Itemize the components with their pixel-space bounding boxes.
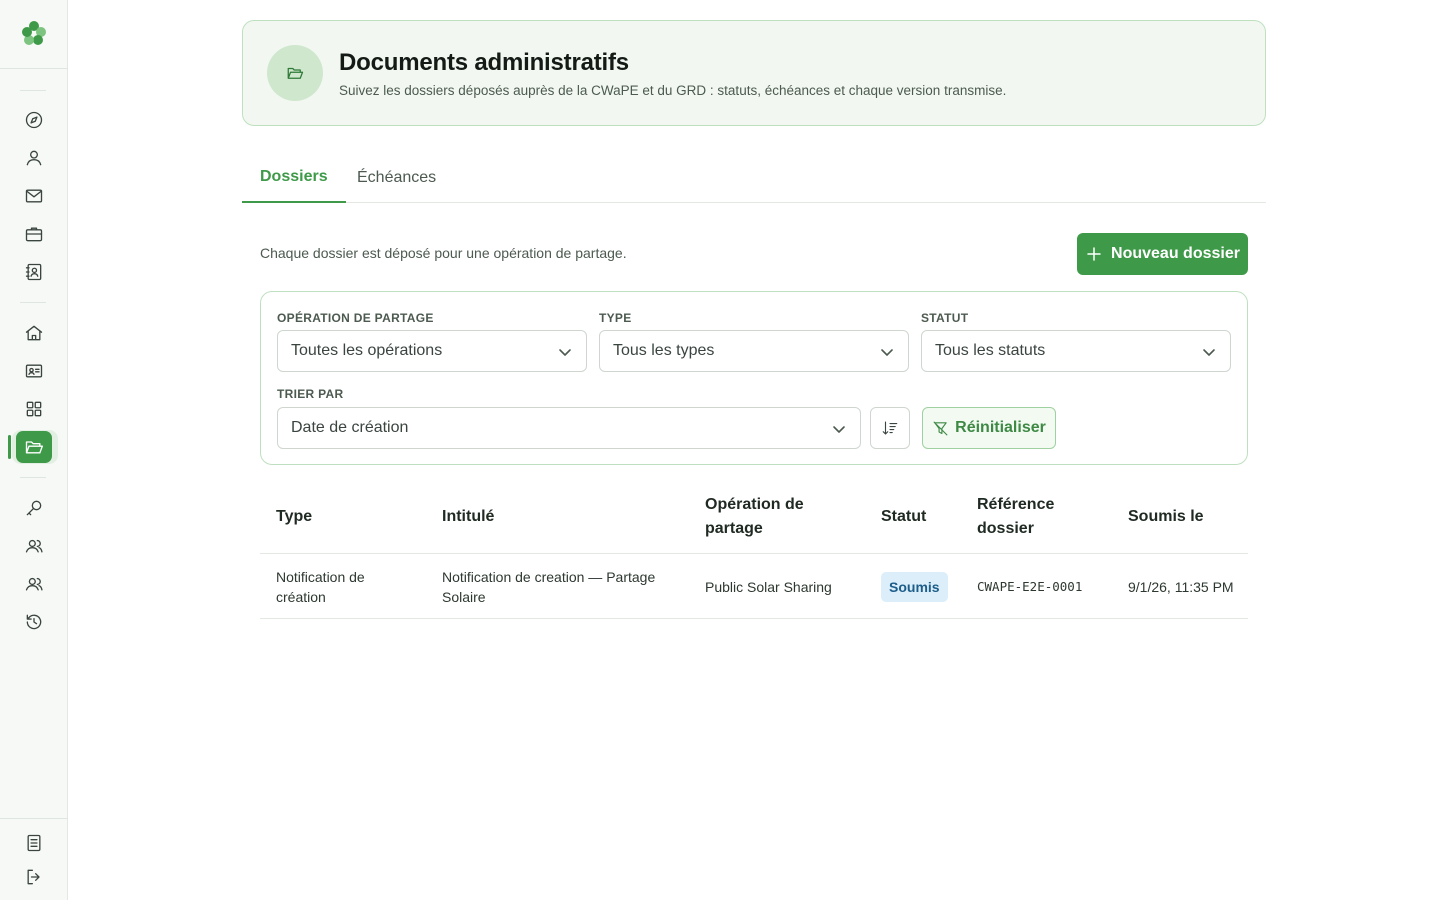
status-badge: Soumis <box>881 571 948 602</box>
sidebar-item-messages[interactable] <box>16 180 52 212</box>
sidebar-item-documents[interactable] <box>16 431 52 463</box>
document-icon <box>27 834 41 852</box>
home-icon <box>25 325 43 341</box>
reset-filters-button[interactable]: Réinitialiser <box>922 407 1056 449</box>
chevron-down-icon <box>832 422 846 436</box>
intro-text: Chaque dossier est déposé pour une opéra… <box>260 245 627 261</box>
sort-select-value: Date de création <box>291 419 409 436</box>
cell-type: Notification de création <box>276 568 365 605</box>
page-title: Documents administratifs <box>339 49 629 76</box>
filter-off-icon <box>933 421 948 435</box>
type-select[interactable]: Tous les types <box>599 330 909 372</box>
sidebar-item-team[interactable] <box>16 568 52 600</box>
col-status[interactable]: Statut <box>881 493 961 541</box>
tab-dossiers[interactable]: Dossiers <box>242 152 346 203</box>
table-header: Type Intitulé Opération de partage Statu… <box>260 481 1248 554</box>
team-icon <box>25 577 43 591</box>
col-title[interactable]: Intitulé <box>442 493 682 541</box>
sidebar-item-dashboard[interactable] <box>16 393 52 425</box>
new-dossier-button[interactable]: Nouveau dossier <box>1077 233 1248 275</box>
grid-icon <box>26 401 42 417</box>
sidebar-item-home[interactable] <box>16 317 52 349</box>
sidebar-item-contacts[interactable] <box>16 256 52 288</box>
users-icon <box>25 539 43 553</box>
reset-filters-label: Réinitialiser <box>955 419 1046 436</box>
sidebar-item-profile[interactable] <box>16 142 52 174</box>
dossiers-table: Type Intitulé Opération de partage Statu… <box>260 481 1248 619</box>
col-submitted[interactable]: Soumis le <box>1128 493 1248 541</box>
filters-panel: Opération de partage Toutes les opératio… <box>260 291 1248 465</box>
sidebar-divider <box>20 302 46 303</box>
sort-label: Trier par <box>277 387 344 401</box>
status-select[interactable]: Tous les statuts <box>921 330 1231 372</box>
type-select-value: Tous les types <box>613 342 715 359</box>
history-icon <box>26 614 42 630</box>
active-indicator <box>8 435 11 459</box>
sort-select[interactable]: Date de création <box>277 407 861 449</box>
operation-filter-label: Opération de partage <box>277 311 434 325</box>
mail-icon <box>25 189 43 203</box>
compass-icon <box>25 111 43 129</box>
sidebar-item-logout[interactable] <box>16 861 52 893</box>
sidebar <box>0 0 68 900</box>
cell-status: Soumis <box>881 554 971 619</box>
sidebar-item-history[interactable] <box>16 606 52 638</box>
tab-bar: Dossiers Échéances <box>242 152 1266 203</box>
sidebar-divider <box>0 818 68 819</box>
col-type[interactable]: Type <box>276 493 426 541</box>
cell-title: Notification de creation — Partage Solai… <box>442 568 656 605</box>
type-filter-label: Type <box>599 311 632 325</box>
sidebar-divider <box>20 477 46 478</box>
folder-open-icon <box>287 67 304 79</box>
cell-reference: CWAPE-E2E-0001 <box>977 578 1083 594</box>
cell-operation: Public Solar Sharing <box>705 578 832 595</box>
tab-echeances[interactable]: Échéances <box>357 152 436 203</box>
cell-submitted: 9/1/26, 11:35 PM <box>1128 578 1234 595</box>
sidebar-item-users[interactable] <box>16 530 52 562</box>
chevron-down-icon <box>880 345 894 359</box>
header-folder-badge <box>267 45 323 101</box>
operation-select-value: Toutes les opérations <box>291 342 443 359</box>
sidebar-item-access[interactable] <box>16 492 52 524</box>
app-logo[interactable] <box>19 18 49 48</box>
id-card-icon <box>25 364 43 378</box>
status-filter-label: Statut <box>921 311 969 325</box>
logout-icon <box>27 869 40 885</box>
col-operation[interactable]: Opération de partage <box>705 493 845 541</box>
key-icon <box>26 500 42 516</box>
sidebar-item-projects[interactable] <box>16 218 52 250</box>
sort-descending-icon <box>882 421 898 435</box>
sidebar-item-members[interactable] <box>16 355 52 387</box>
sidebar-item-explore[interactable] <box>16 104 52 136</box>
status-select-value: Tous les statuts <box>935 342 1046 359</box>
page-header: Documents administratifs Suivez les doss… <box>242 20 1266 126</box>
table-row[interactable]: Notification de création Notification de… <box>260 554 1248 619</box>
col-reference[interactable]: Référence dossier <box>977 493 1087 541</box>
page-subtitle: Suivez les dossiers déposés auprès de la… <box>339 83 1007 98</box>
sort-direction-button[interactable] <box>870 407 910 449</box>
contact-book-icon <box>25 263 42 281</box>
sidebar-divider <box>20 90 46 91</box>
operation-select[interactable]: Toutes les opérations <box>277 330 587 372</box>
chevron-down-icon <box>1202 345 1216 359</box>
briefcase-icon <box>25 227 43 242</box>
sidebar-item-docs[interactable] <box>16 827 52 859</box>
folder-open-icon <box>25 441 43 454</box>
plus-icon <box>1087 247 1101 261</box>
new-dossier-label: Nouveau dossier <box>1111 245 1240 262</box>
user-icon <box>26 150 42 166</box>
chevron-down-icon <box>558 345 572 359</box>
sidebar-divider <box>0 68 68 69</box>
